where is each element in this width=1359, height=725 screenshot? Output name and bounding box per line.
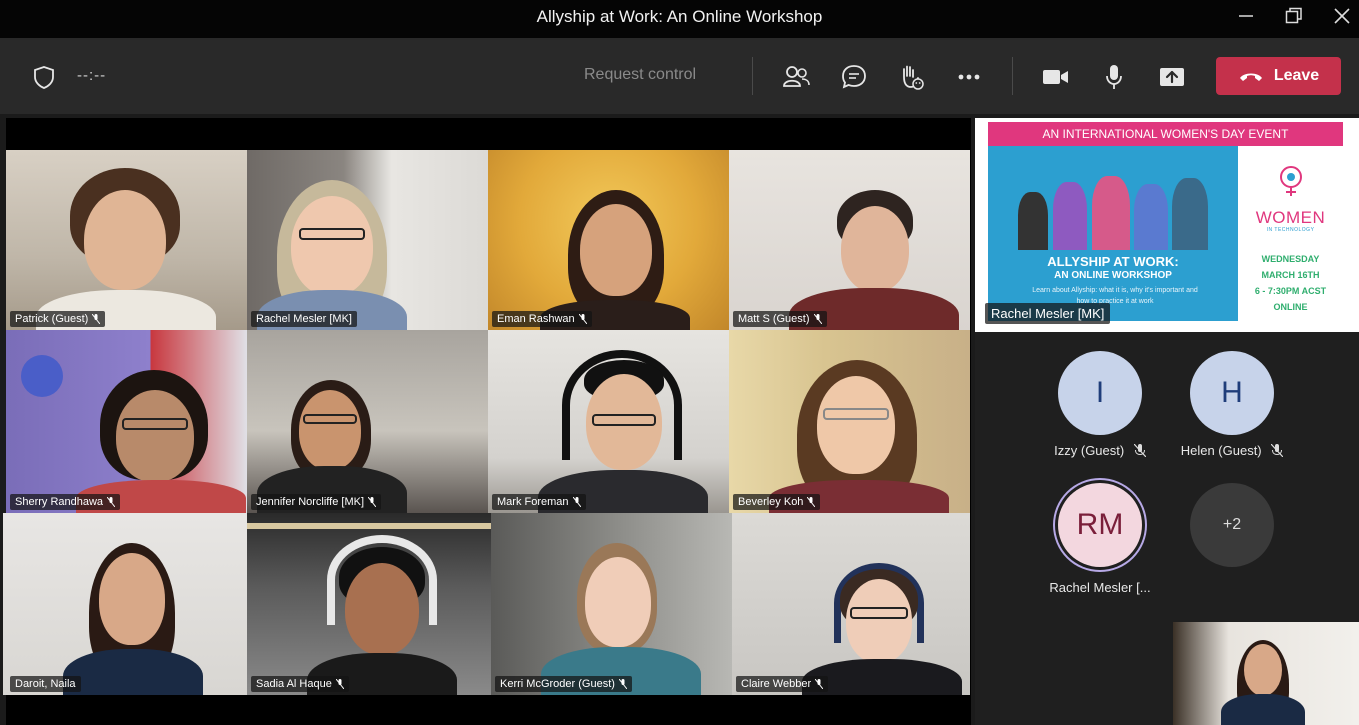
participant-name-label: Eman Rashwan xyxy=(492,311,592,327)
participant-name-label: Kerri McGroder (Guest) xyxy=(495,676,632,692)
phone-hangup-icon xyxy=(1239,73,1262,81)
overflow-count: +2 xyxy=(1190,483,1274,567)
event-graphic: ALLYSHIP AT WORK: AN ONLINE WORKSHOP Lea… xyxy=(988,146,1238,321)
mic-off-icon xyxy=(578,313,588,325)
logo-subtext: IN TECHNOLOGY xyxy=(1266,227,1315,233)
wall-decoration xyxy=(21,355,63,397)
participant-name-label: Daroit, Naila xyxy=(10,676,81,692)
video-grid: Patrick (Guest) Rachel Mesler [MK] Eman … xyxy=(3,118,971,725)
self-view[interactable] xyxy=(1173,622,1359,725)
video-tile[interactable]: Daroit, Naila xyxy=(3,513,247,695)
mic-off-icon xyxy=(814,678,824,690)
avatar: RM xyxy=(1058,483,1142,567)
event-date-day: WEDNESDAY xyxy=(1261,254,1320,264)
restore-icon xyxy=(1285,7,1302,24)
close-icon xyxy=(1334,8,1350,24)
mic-off-icon xyxy=(335,678,345,690)
shared-screen[interactable]: AN INTERNATIONAL WOMEN'S DAY EVENT ALLYS… xyxy=(975,118,1359,332)
title-bar: Allyship at Work: An Online Workshop xyxy=(0,0,1359,38)
video-tile[interactable]: Mark Foreman xyxy=(488,330,729,513)
video-tile[interactable]: Eman Rashwan xyxy=(488,150,729,330)
video-tile[interactable]: Jennifer Norcliffe [MK] xyxy=(247,330,488,513)
video-tile[interactable]: Claire Webber xyxy=(732,513,970,695)
participant-name-label: Sherry Randhawa xyxy=(10,494,121,510)
mic-off-icon xyxy=(91,313,101,325)
restore-button[interactable] xyxy=(1271,0,1317,32)
ceiling-light xyxy=(247,523,491,529)
camera-icon[interactable] xyxy=(1041,62,1071,92)
video-tile[interactable]: Sherry Randhawa xyxy=(6,330,247,513)
participant-name-label: Mark Foreman xyxy=(492,494,586,510)
mic-off-icon xyxy=(572,496,581,508)
mic-off-icon xyxy=(1133,443,1147,458)
participant-name-label: Rachel Mesler [MK] xyxy=(251,311,357,327)
audio-participant-label: Helen (Guest) xyxy=(1172,443,1292,458)
audio-participant-label: Izzy (Guest) xyxy=(1040,443,1160,458)
mic-off-icon xyxy=(807,496,816,508)
event-time: 6 - 7:30PM ACST xyxy=(1254,286,1327,296)
overflow-participants-button[interactable]: +2 xyxy=(1172,483,1292,567)
meeting-timer: --:-- xyxy=(77,67,107,84)
close-button[interactable] xyxy=(1319,0,1359,32)
minimize-icon xyxy=(1239,15,1253,17)
participant-name-label: Patrick (Guest) xyxy=(10,311,106,327)
shield-icon[interactable] xyxy=(30,63,58,91)
more-icon[interactable] xyxy=(954,62,984,92)
video-tile[interactable]: Matt S (Guest) xyxy=(729,150,970,330)
avatar: I xyxy=(1058,351,1142,435)
audio-participant[interactable]: H Helen (Guest) xyxy=(1172,351,1292,458)
video-tile[interactable]: Patrick (Guest) xyxy=(6,150,247,330)
event-subheading: AN ONLINE WORKSHOP xyxy=(1054,270,1172,281)
mic-off-icon xyxy=(106,496,116,508)
participants-icon[interactable] xyxy=(781,62,811,92)
window-title: Allyship at Work: An Online Workshop xyxy=(536,7,823,26)
raise-hand-icon[interactable] xyxy=(896,62,926,92)
toolbar-divider xyxy=(752,57,753,95)
illustration xyxy=(1008,172,1218,250)
self-view-face xyxy=(1244,644,1282,696)
event-banner: AN INTERNATIONAL WOMEN'S DAY EVENT xyxy=(988,122,1343,146)
avatar: H xyxy=(1190,351,1274,435)
mic-off-icon xyxy=(813,313,822,325)
video-tile[interactable]: Kerri McGroder (Guest) xyxy=(491,513,732,695)
self-view-body xyxy=(1221,694,1305,725)
leave-label: Leave xyxy=(1273,67,1320,84)
presenter-name-label: Rachel Mesler [MK] xyxy=(985,303,1111,324)
audio-participant-label: Rachel Mesler [... xyxy=(1049,580,1151,595)
women-in-technology-logo-icon xyxy=(1280,166,1302,196)
video-tile[interactable]: Sadia Al Haque xyxy=(247,513,491,695)
event-location: ONLINE xyxy=(1273,302,1308,312)
event-details: WOMEN IN TECHNOLOGY WEDNESDAY MARCH 16TH… xyxy=(1238,146,1343,321)
event-heading: ALLYSHIP AT WORK: xyxy=(1047,254,1179,269)
audio-participant[interactable]: I Izzy (Guest) xyxy=(1040,351,1160,458)
participant-name-label: Beverley Koh xyxy=(733,494,821,510)
mic-off-icon xyxy=(618,678,628,690)
logo-text: WOMEN xyxy=(1255,208,1326,227)
toolbar-divider xyxy=(1012,57,1013,95)
participant-name-label: Matt S (Guest) xyxy=(733,311,827,327)
chat-icon[interactable] xyxy=(839,62,869,92)
microphone-icon[interactable] xyxy=(1099,62,1129,92)
video-tile[interactable]: Rachel Mesler [MK] xyxy=(247,150,488,330)
video-tile[interactable]: Beverley Koh xyxy=(729,330,970,513)
request-control-button[interactable]: Request control xyxy=(584,66,696,84)
meeting-toolbar: --:-- Request control Leave xyxy=(0,38,1359,114)
mic-off-icon xyxy=(367,496,377,508)
share-icon[interactable] xyxy=(1157,62,1187,92)
leave-button[interactable]: Leave xyxy=(1216,57,1341,95)
mic-off-icon xyxy=(1270,443,1284,458)
minimize-button[interactable] xyxy=(1223,0,1269,32)
participant-name-label: Claire Webber xyxy=(736,676,829,692)
participant-name-label: Jennifer Norcliffe [MK] xyxy=(251,494,382,510)
audio-participant[interactable]: RM Rachel Mesler [... xyxy=(1040,483,1160,595)
participant-name-label: Sadia Al Haque xyxy=(251,676,349,692)
event-date: MARCH 16TH xyxy=(1261,270,1320,280)
